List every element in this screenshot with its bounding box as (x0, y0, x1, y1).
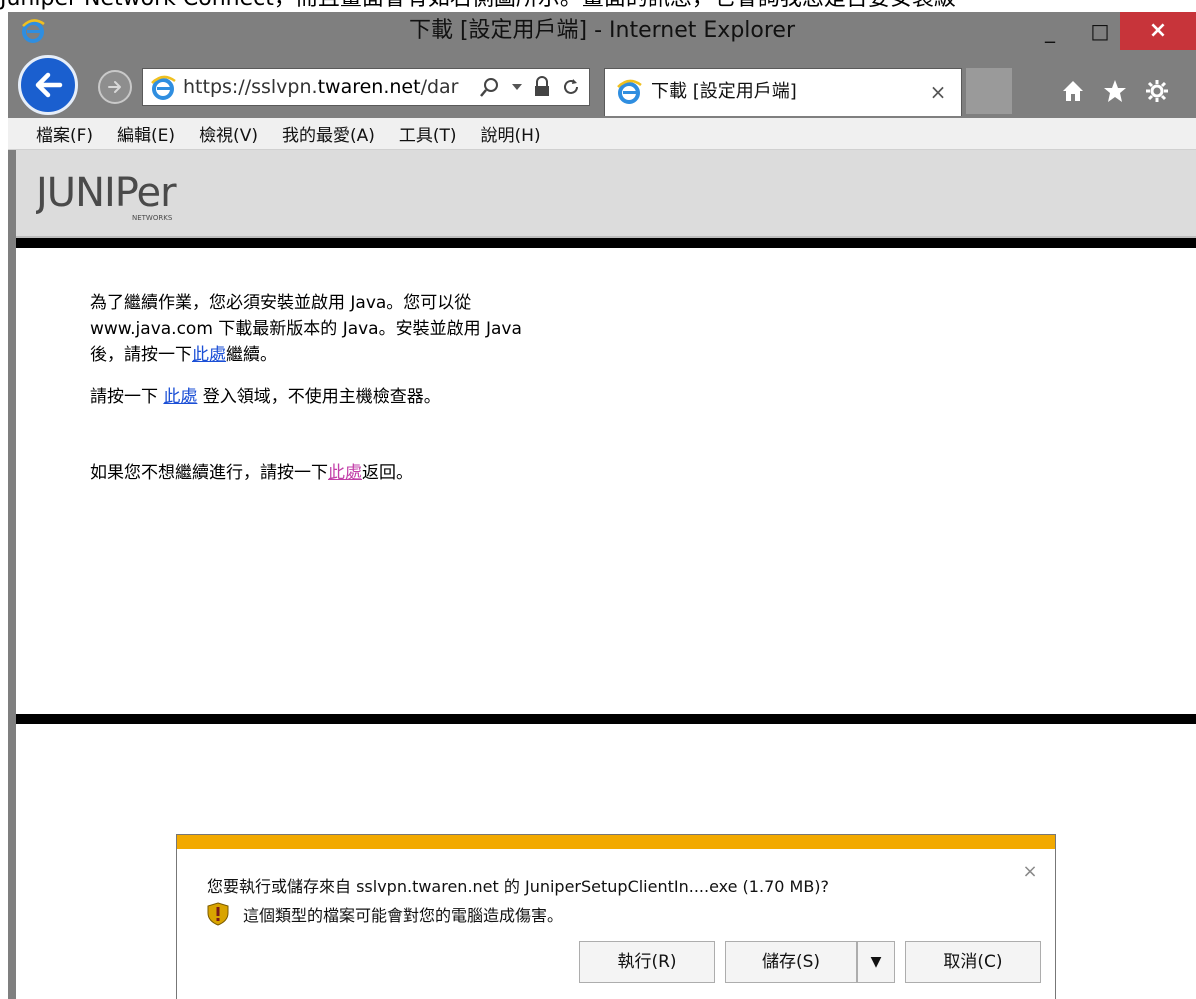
download-text-mid: 的 (498, 877, 525, 896)
menu-bar: 檔案(F) 編輯(E) 檢視(V) 我的最愛(A) 工具(T) 說明(H) (8, 118, 1196, 150)
back-text-start: 如果您不想繼續進行，請按一下 (90, 463, 328, 483)
warning-row: 這個類型的檔案可能會對您的電腦造成傷害。 (207, 901, 563, 927)
skip-text-end: 登入領域，不使用主機檢查器。 (197, 387, 441, 407)
lock-icon[interactable] (533, 76, 551, 98)
notification-accent (177, 835, 1055, 849)
url-rest: /dar (420, 76, 459, 98)
footer-divider (16, 714, 1196, 724)
menu-favorites[interactable]: 我的最愛(A) (282, 121, 375, 146)
url-host: twaren.net (317, 76, 421, 98)
java-line-1: 為了繼續作業，您必須安裝並啟用 Java。您可以從 (90, 293, 472, 313)
back-text-end: 返回。 (362, 463, 413, 483)
forward-arrow-icon (108, 81, 121, 93)
gear-icon[interactable] (1144, 78, 1170, 104)
download-size: (1.70 MB)? (737, 877, 830, 896)
navigation-bar: https://sslvpn.twaren.net/dar 下載 [設定用戶端]… (8, 50, 1196, 118)
continue-here-link[interactable]: 此處 (192, 345, 226, 365)
go-back-paragraph: 如果您不想繼續進行，請按一下此處返回。 (90, 460, 790, 486)
favorites-star-icon[interactable] (1102, 78, 1128, 104)
ie-page-icon (151, 75, 176, 100)
notification-close-button[interactable]: × (1019, 861, 1041, 883)
save-options-dropdown[interactable]: ▼ (857, 941, 895, 983)
login-without-host-checker-link[interactable]: 此處 (163, 387, 197, 407)
chevron-down-icon[interactable] (511, 82, 523, 92)
svg-text:JUNIPer: JUNIPer (36, 170, 177, 216)
java-line-3-start: 後，請按一下 (90, 345, 192, 365)
address-icons (479, 69, 589, 105)
run-button[interactable]: 執行(R) (579, 941, 715, 983)
download-question: 您要執行或儲存來自 sslvpn.twaren.net 的 JuniperSet… (207, 873, 1027, 899)
menu-help[interactable]: 說明(H) (481, 121, 541, 146)
refresh-icon[interactable] (561, 77, 581, 97)
toolbar-icons (1060, 68, 1190, 114)
menu-file[interactable]: 檔案(F) (36, 121, 93, 146)
java-notice: 為了繼續作業，您必須安裝並啟用 Java。您可以從 www.java.com 下… (90, 290, 790, 502)
skip-text-start: 請按一下 (90, 387, 164, 407)
juniper-header: JUNIPer NETWORKS (16, 150, 1196, 238)
url-prefix: https://sslvpn. (183, 76, 318, 98)
warning-text: 這個類型的檔案可能會對您的電腦造成傷害。 (243, 906, 564, 925)
warning-shield-icon (207, 902, 229, 926)
back-button[interactable] (18, 55, 78, 115)
java-line-3-end: 繼續。 (226, 345, 277, 365)
java-line-2: www.java.com 下載最新版本的 Java。安裝並啟用 Java (90, 319, 522, 339)
title-bar: 下載 [設定用戶端] - Internet Explorer _ □ × (8, 12, 1196, 50)
download-notification-bar: 您要執行或儲存來自 sslvpn.twaren.net 的 JuniperSet… (176, 834, 1056, 999)
maximize-button[interactable]: □ (1076, 12, 1124, 50)
home-icon[interactable] (1060, 78, 1086, 104)
tab-close-button[interactable]: × (923, 69, 953, 115)
forward-button[interactable] (98, 70, 132, 104)
save-button[interactable]: 儲存(S) (725, 941, 857, 983)
back-arrow-icon (35, 72, 63, 98)
window-title: 下載 [設定用戶端] - Internet Explorer (408, 18, 796, 43)
menu-view[interactable]: 檢視(V) (199, 121, 258, 146)
minimize-button[interactable]: _ (1026, 12, 1074, 50)
page-viewport: JUNIPer NETWORKS 為了繼續作業，您必須安裝並啟用 Java。您可… (16, 150, 1196, 999)
header-divider (16, 238, 1196, 248)
download-filename: JuniperSetupClientIn....exe (524, 877, 738, 896)
address-bar[interactable]: https://sslvpn.twaren.net/dar (142, 68, 590, 106)
ie-tab-icon (617, 79, 642, 104)
search-icon[interactable] (479, 76, 501, 98)
download-host: sslvpn.twaren.net (356, 877, 499, 896)
svg-text:NETWORKS: NETWORKS (132, 214, 173, 222)
download-text-prefix: 您要執行或儲存來自 (207, 877, 357, 896)
menu-edit[interactable]: 編輯(E) (117, 121, 175, 146)
tab-label: 下載 [設定用戶端] (651, 81, 797, 102)
url-text[interactable]: https://sslvpn.twaren.net/dar (183, 69, 473, 105)
new-tab-button[interactable] (966, 68, 1012, 114)
java-paragraph: 為了繼續作業，您必須安裝並啟用 Java。您可以從 www.java.com 下… (90, 290, 790, 368)
skip-host-checker-paragraph: 請按一下 此處 登入領域，不使用主機檢查器。 (90, 384, 790, 410)
go-back-link[interactable]: 此處 (328, 463, 362, 483)
cancel-button[interactable]: 取消(C) (905, 941, 1041, 983)
menu-tools[interactable]: 工具(T) (399, 121, 457, 146)
juniper-logo: JUNIPer NETWORKS (36, 170, 178, 222)
page-caption: Juniper Network Connect，而且畫面會有如右側圖所示。畫面的… (0, 0, 1196, 12)
tab-active[interactable]: 下載 [設定用戶端] × (604, 68, 962, 116)
close-window-button[interactable]: × (1120, 12, 1196, 50)
ie-window: 下載 [設定用戶端] - Internet Explorer _ □ × htt… (8, 12, 1196, 999)
